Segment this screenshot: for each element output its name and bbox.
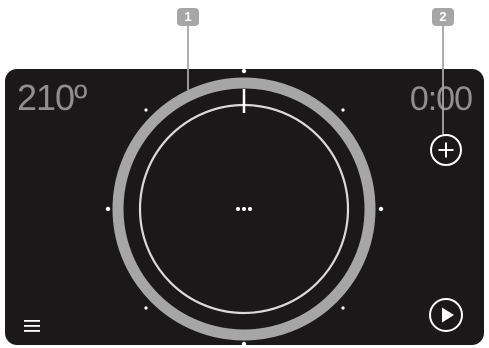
callout-badge-1: 1	[177, 8, 199, 26]
hamburger-menu-icon[interactable]	[23, 318, 41, 334]
callout-badge-2: 2	[432, 8, 454, 26]
temperature-readout: 210º	[17, 77, 87, 118]
oven-control-panel: 210º 0:00	[5, 69, 484, 345]
dial-inner-ring	[138, 103, 350, 315]
dial-tick-dot	[241, 341, 247, 345]
screenshot-stage: 1 2 210º 0:00	[0, 0, 489, 348]
dial-tick-dot	[241, 69, 247, 74]
timer-readout: 0:00	[409, 80, 473, 118]
dial-outer-ring	[112, 77, 376, 341]
dial-tick-dot	[105, 206, 111, 212]
dial-tick-dot	[378, 206, 384, 212]
dial-tick-dot	[341, 306, 345, 310]
dial-tick-dot	[144, 108, 148, 112]
dial-tick-dot	[144, 306, 148, 310]
plus-circle-icon[interactable]	[429, 133, 463, 167]
play-circle-icon[interactable]	[428, 297, 464, 333]
dial-tick-dot	[341, 108, 345, 112]
